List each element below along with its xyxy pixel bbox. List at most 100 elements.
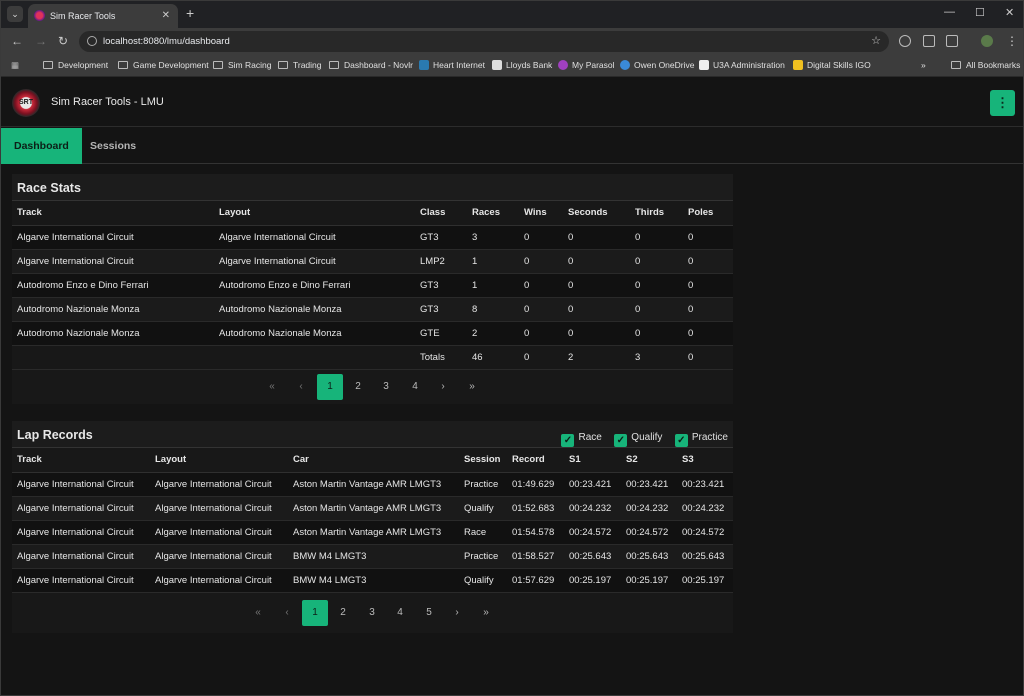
extensions-puzzle-icon[interactable] (946, 35, 958, 47)
table-row[interactable]: Algarve International Circuit Algarve Int… (12, 249, 733, 274)
folder-icon (43, 61, 53, 69)
table-cell: Autodromo Nazionale Monza (214, 297, 415, 322)
apps-grid-icon[interactable]: ▦ (11, 59, 19, 72)
first-page-button[interactable]: « (259, 374, 285, 400)
forward-icon[interactable]: → (35, 34, 47, 48)
tab-dashboard[interactable]: Dashboard (1, 128, 82, 164)
minimize-icon[interactable]: — (944, 6, 955, 18)
new-tab-icon[interactable]: + (186, 5, 194, 21)
column-header[interactable]: Layout (214, 201, 415, 226)
filter-qualify-checkbox[interactable]: ✓ Qualify (614, 431, 662, 447)
column-header[interactable]: Class (415, 201, 467, 226)
page-button[interactable]: 4 (387, 600, 413, 626)
bookmark-link[interactable]: Digital Skills IGO (793, 59, 871, 72)
bookmark-label: Heart Internet (433, 60, 485, 70)
menu-button[interactable]: ⋮ (990, 90, 1015, 116)
bookmark-link[interactable]: Heart Internet (419, 59, 485, 72)
table-row[interactable]: Algarve International Circuit Algarve Int… (12, 568, 733, 593)
reload-icon[interactable]: ↻ (58, 34, 68, 48)
bookmark-link[interactable]: U3A Administration (699, 59, 785, 72)
column-header[interactable]: Session (459, 448, 507, 473)
more-bookmarks-icon[interactable]: » (921, 59, 926, 72)
address-bar[interactable]: localhost:8080/lmu/dashboard ☆ (79, 31, 889, 52)
bookmark-link[interactable]: My Parasol (558, 59, 615, 72)
main-nav: Dashboard Sessions (1, 128, 1023, 164)
table-row[interactable]: Algarve International Circuit Algarve Int… (12, 496, 733, 521)
column-header[interactable]: Seconds (563, 201, 630, 226)
table-cell: 0 (563, 321, 630, 346)
page-button[interactable]: 3 (359, 600, 385, 626)
column-header[interactable]: Thirds (630, 201, 683, 226)
column-header[interactable]: Record (507, 448, 564, 473)
column-header[interactable]: Layout (150, 448, 288, 473)
bookmark-folder[interactable]: Game Development (118, 59, 209, 72)
bookmark-folder[interactable]: Development (43, 59, 108, 72)
last-page-button[interactable]: » (459, 374, 485, 400)
all-bookmarks[interactable]: All Bookmarks (951, 59, 1020, 72)
extension-icon[interactable] (923, 35, 935, 47)
table-row[interactable]: Autodromo Nazionale Monza Autodromo Nazio… (12, 321, 733, 346)
table-cell: Algarve International Circuit (12, 496, 150, 521)
tab-search-icon[interactable]: ⌄ (7, 6, 23, 22)
next-page-button[interactable]: › (444, 600, 470, 626)
column-header[interactable]: Poles (683, 201, 733, 226)
table-cell: 00:24.232 (621, 496, 677, 521)
column-header[interactable]: Races (467, 201, 519, 226)
table-cell: LMP2 (415, 249, 467, 274)
browser-menu-icon[interactable]: ⋮ (1006, 34, 1018, 48)
maximize-icon[interactable]: ☐ (975, 6, 985, 19)
table-row[interactable]: Autodromo Enzo e Dino Ferrari Autodromo E… (12, 273, 733, 298)
column-header[interactable]: Car (288, 448, 459, 473)
close-window-icon[interactable]: ✕ (1005, 6, 1014, 19)
page-button[interactable]: 3 (373, 374, 399, 400)
bookmark-folder[interactable]: Sim Racing (213, 59, 271, 72)
extension-icon[interactable] (899, 35, 911, 47)
prev-page-button[interactable]: ‹ (274, 600, 300, 626)
filter-race-checkbox[interactable]: ✓ Race (561, 431, 602, 447)
profile-avatar-icon[interactable] (981, 35, 993, 47)
column-header[interactable]: Track (12, 448, 150, 473)
browser-tab[interactable]: Sim Racer Tools ✕ (28, 4, 178, 28)
bookmark-star-icon[interactable]: ☆ (871, 31, 881, 52)
page-button[interactable]: 4 (402, 374, 428, 400)
column-header[interactable]: Track (12, 201, 214, 226)
site-info-icon[interactable] (87, 36, 97, 46)
table-cell: 01:57.629 (507, 568, 564, 593)
column-header[interactable]: S1 (564, 448, 621, 473)
column-header[interactable]: S2 (621, 448, 677, 473)
column-header[interactable]: Wins (519, 201, 563, 226)
last-page-button[interactable]: » (473, 600, 499, 626)
close-tab-icon[interactable]: ✕ (162, 4, 170, 28)
bookmark-label: Dashboard - Novlr (344, 60, 413, 70)
table-row[interactable]: Algarve International Circuit Algarve Int… (12, 544, 733, 569)
prev-page-button[interactable]: ‹ (288, 374, 314, 400)
back-icon[interactable]: ← (11, 34, 23, 48)
table-row[interactable]: Algarve International Circuit Algarve Int… (12, 520, 733, 545)
filter-practice-checkbox[interactable]: ✓ Practice (674, 431, 728, 447)
page-button[interactable]: 1 (302, 599, 328, 626)
total-seconds: 2 (563, 345, 630, 370)
table-cell: Aston Martin Vantage AMR LMGT3 (288, 472, 459, 497)
table-row[interactable]: Algarve International Circuit Algarve Int… (12, 472, 733, 497)
page-button[interactable]: 2 (345, 374, 371, 400)
total-races: 46 (467, 345, 519, 370)
table-cell: 1 (467, 273, 519, 298)
next-page-button[interactable]: › (430, 374, 456, 400)
table-cell: Algarve International Circuit (150, 496, 288, 521)
table-cell: 2 (467, 321, 519, 346)
bookmark-link[interactable]: Owen OneDrive (620, 59, 694, 72)
folder-icon (118, 61, 128, 69)
page-button[interactable]: 1 (317, 373, 343, 400)
table-row[interactable]: Algarve International Circuit Algarve Int… (12, 225, 733, 250)
table-row[interactable]: Autodromo Nazionale Monza Autodromo Nazio… (12, 297, 733, 322)
column-header[interactable]: S3 (677, 448, 733, 473)
page-button[interactable]: 5 (416, 600, 442, 626)
first-page-button[interactable]: « (245, 600, 271, 626)
table-cell: Autodromo Nazionale Monza (12, 321, 214, 346)
page-button[interactable]: 2 (330, 600, 356, 626)
bookmark-folder[interactable]: Dashboard - Novlr (329, 59, 413, 72)
table-cell: 0 (519, 297, 563, 322)
bookmark-folder[interactable]: Trading (278, 59, 322, 72)
bookmark-link[interactable]: Lloyds Bank (492, 59, 552, 72)
tab-sessions[interactable]: Sessions (77, 128, 149, 164)
